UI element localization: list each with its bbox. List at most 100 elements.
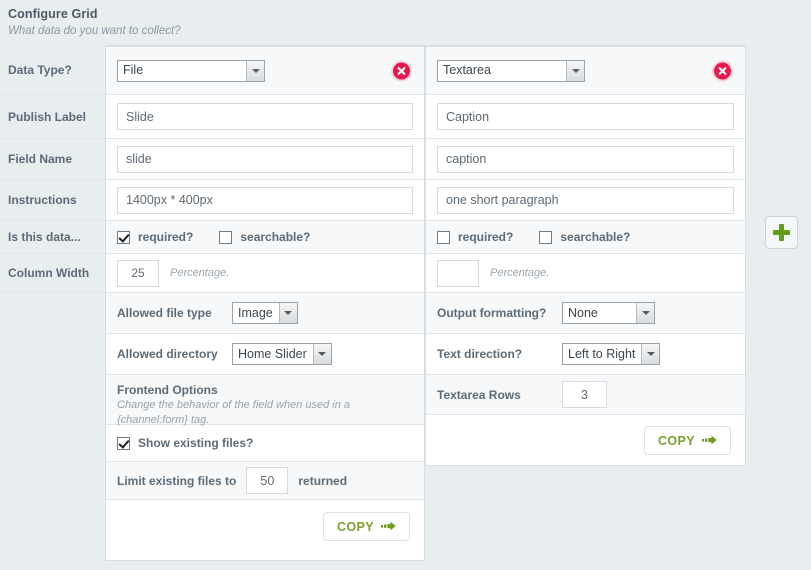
show-existing-files-row-col1: Show existing files? [106,425,424,462]
data-type-select-col1[interactable]: File [117,59,265,82]
data-type-select-value-col1: File [123,63,144,78]
field-name-row-col2: caption [426,139,745,180]
allowed-file-type-label-col1: Allowed file type [117,306,212,320]
show-existing-files-checkbox-col1[interactable] [117,436,130,450]
frontend-options-row-col1: Frontend Options Change the behavior of … [106,375,424,426]
is-this-data-row-col1: required? searchable? [106,221,424,254]
row-label-column: Data Type? Publish Label Field Name Inst… [0,45,105,294]
text-direction-value-col2: Left to Right [568,346,636,361]
configure-grid-screen: Configure Grid What data do you want to … [0,0,811,570]
required-checkbox-label-col1: required? [138,230,194,244]
instructions-row-col2: one short paragraph [426,180,745,221]
limit-existing-files-row-col1: Limit existing files to 50 returned [106,462,424,500]
grid-column-2: Textarea Caption caption one short parag… [425,45,746,466]
copy-button-label-col2: COPY [657,433,695,448]
chevron-down-icon [312,344,331,364]
textarea-rows-input-col2[interactable]: 3 [562,381,607,408]
show-existing-files-label-col1: Show existing files? [138,436,254,450]
column-width-row-col2: Percentage. [426,254,745,293]
publish-label-input-col2[interactable]: Caption [437,103,734,130]
limit-existing-files-prefix-col1: Limit existing files to [117,473,237,488]
required-checkbox-label-col2: required? [458,230,514,244]
column-width-input-col1[interactable]: 25 [117,259,159,287]
instructions-row-col1: 1400px * 400px [106,180,424,221]
allowed-file-type-row-col1: Allowed file type Image [106,293,424,334]
allowed-directory-value-col1: Home Slider [238,346,307,361]
page-header: Configure Grid What data do you want to … [8,6,181,39]
instructions-input-col2[interactable]: one short paragraph [437,186,734,214]
show-existing-files-wrap-col1[interactable]: Show existing files? [117,436,253,450]
copy-row-col1: COPY [106,500,424,553]
row-label-is-this-data: Is this data... [0,221,105,254]
delete-column-icon-col1[interactable] [393,62,410,79]
required-checkbox-col1[interactable] [117,230,130,244]
copy-button-col1[interactable]: COPY [322,512,410,541]
publish-label-row-col2: Caption [426,95,745,139]
grid-config-table: Data Type? Publish Label Field Name Inst… [0,45,746,570]
textarea-rows-row-col2: Textarea Rows 3 [426,375,745,415]
frontend-options-title-col1: Frontend Options [117,383,218,397]
allowed-directory-label-col1: Allowed directory [117,347,218,361]
allowed-directory-row-col1: Allowed directory Home Slider [106,334,424,375]
delete-column-icon-col2[interactable] [714,62,731,79]
allowed-directory-select-col1[interactable]: Home Slider [232,343,332,365]
data-type-row-col1: File [106,47,424,95]
copy-button-label-col1: COPY [336,519,374,534]
copy-row-col2: COPY [426,415,745,466]
page-subtitle: What data do you want to collect? [8,25,181,37]
allowed-file-type-value-col1: Image [238,305,273,320]
is-this-data-row-col2: required? searchable? [426,221,745,254]
data-type-select-value-col2: Textarea [443,63,491,78]
required-checkbox-col2[interactable] [437,230,450,244]
row-label-field-name: Field Name [0,139,105,180]
add-column-button[interactable] [765,216,798,249]
chevron-down-icon [641,344,660,364]
data-type-select-col2[interactable]: Textarea [437,59,585,82]
searchable-checkbox-wrap-col1[interactable]: searchable? [219,230,310,244]
copy-button-col2[interactable]: COPY [643,426,731,455]
required-checkbox-wrap-col2[interactable]: required? [437,230,513,244]
column-width-hint-col2: Percentage. [490,267,550,279]
field-name-input-col2[interactable]: caption [437,145,734,173]
searchable-checkbox-col1[interactable] [219,230,233,244]
textarea-rows-label-col2: Textarea Rows [437,387,521,402]
output-formatting-row-col2: Output formatting? None [426,293,745,334]
publish-label-row-col1: Slide [106,95,424,139]
searchable-checkbox-label-col1: searchable? [240,230,311,244]
publish-label-input-col1[interactable]: Slide [117,103,413,130]
output-formatting-value-col2: None [568,305,598,320]
row-label-instructions: Instructions [0,180,105,221]
limit-existing-files-suffix-col1: returned [298,473,348,488]
searchable-checkbox-col2[interactable] [539,230,553,244]
frontend-options-desc-line1-col1: Change the behavior of the field when us… [117,399,350,411]
row-label-publish-label: Publish Label [0,95,105,139]
field-name-input-col1[interactable]: slide [117,145,413,173]
chevron-down-icon [246,60,264,81]
text-direction-label-col2: Text direction? [437,347,523,361]
text-direction-row-col2: Text direction? Left to Right [426,334,745,375]
text-direction-select-col2[interactable]: Left to Right [562,343,661,365]
required-checkbox-wrap-col1[interactable]: required? [117,230,193,244]
grid-column-1: File Slide slide 1400px * 400px required… [105,45,425,561]
data-type-row-col2: Textarea [426,47,745,95]
chevron-down-icon [278,303,297,323]
instructions-input-col1[interactable]: 1400px * 400px [117,186,413,214]
arrow-right-icon [702,434,717,448]
allowed-file-type-select-col1[interactable]: Image [232,302,298,324]
column-width-hint-col1: Percentage. [170,267,230,279]
row-label-data-type: Data Type? [0,45,105,95]
plus-icon [773,224,790,241]
limit-existing-files-input-col1[interactable]: 50 [246,467,289,494]
arrow-right-icon [381,520,396,534]
searchable-checkbox-label-col2: searchable? [560,230,631,244]
chevron-down-icon [566,60,584,81]
page-title: Configure Grid [8,7,98,21]
output-formatting-label-col2: Output formatting? [437,306,547,320]
searchable-checkbox-wrap-col2[interactable]: searchable? [539,230,630,244]
chevron-down-icon [636,303,654,323]
column-width-input-col2[interactable] [437,259,479,287]
output-formatting-select-col2[interactable]: None [562,302,655,324]
column-width-row-col1: 25 Percentage. [106,254,424,293]
field-name-row-col1: slide [106,139,424,180]
row-label-column-width: Column Width [0,254,105,293]
